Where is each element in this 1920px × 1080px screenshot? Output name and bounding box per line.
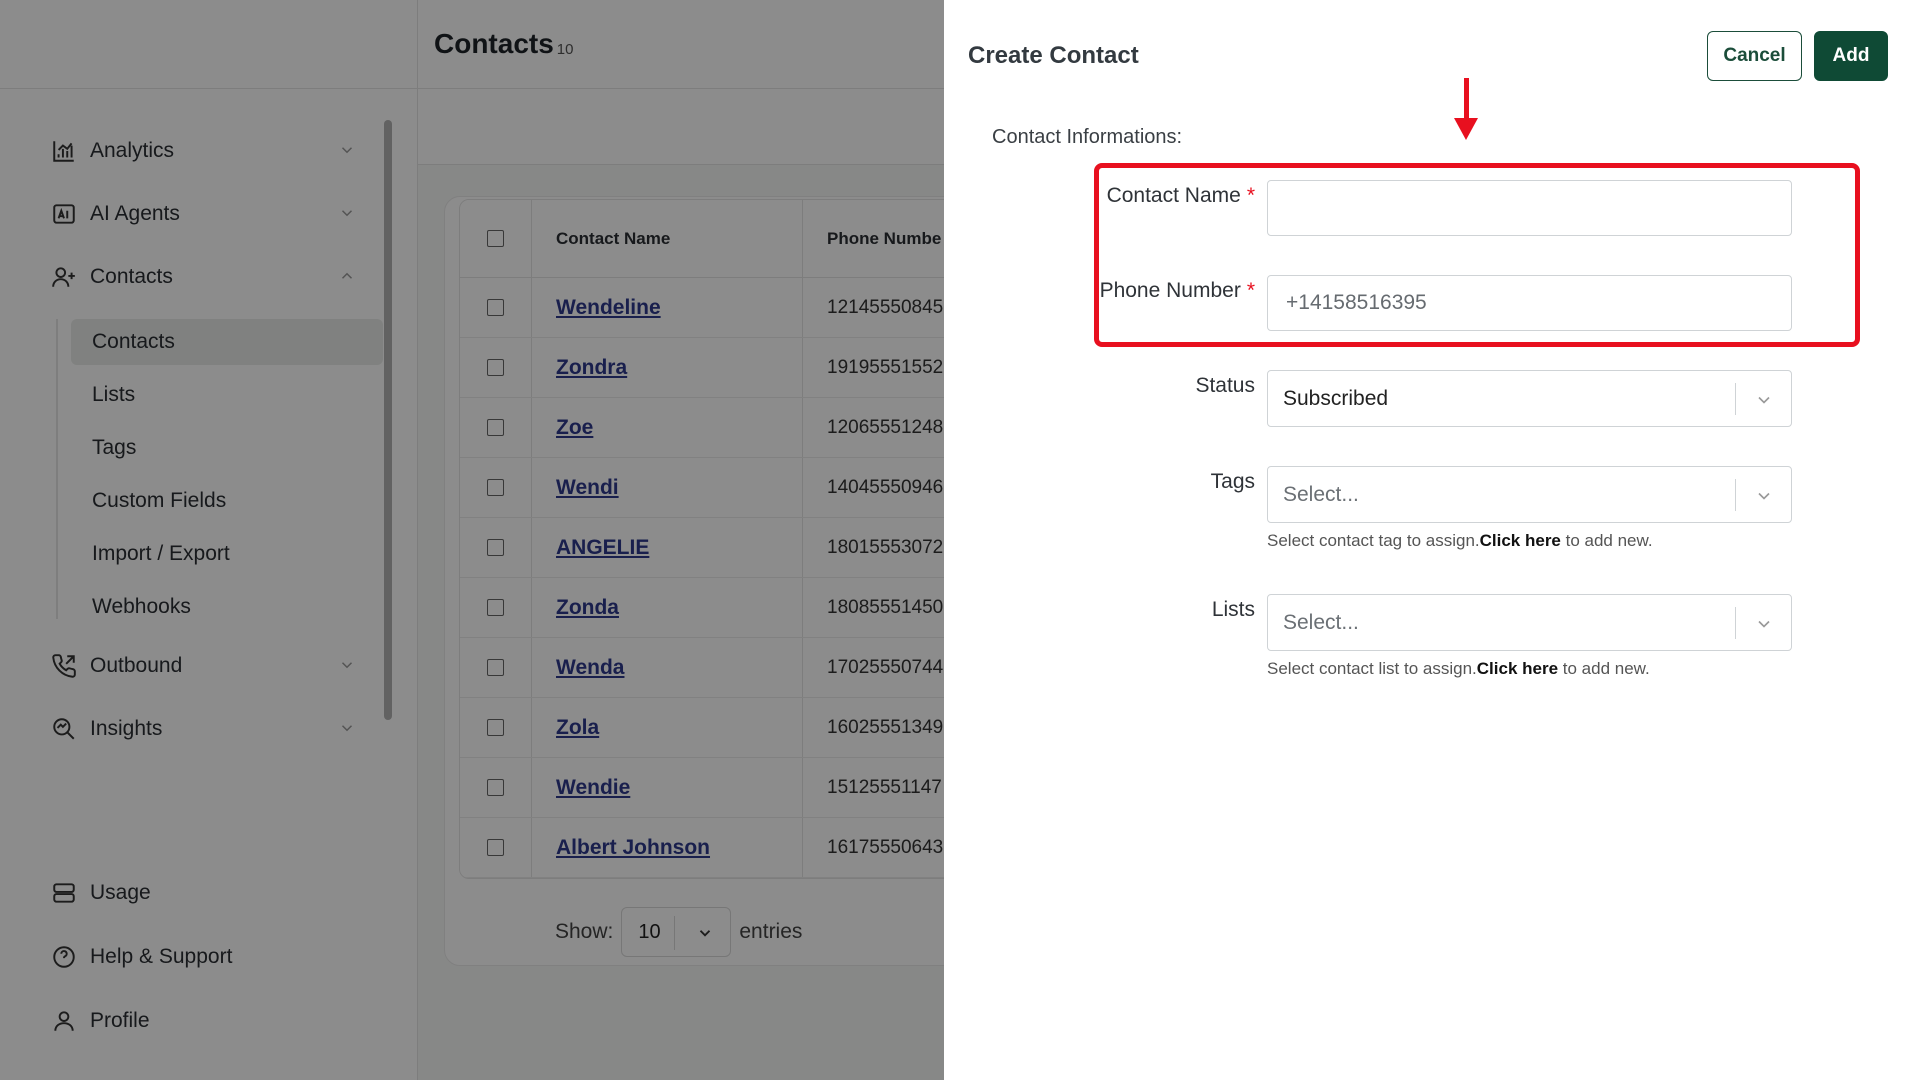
status-select[interactable]: Subscribed [1267, 370, 1792, 427]
lists-select[interactable]: Select... [1267, 594, 1792, 651]
phone-number-input[interactable] [1267, 275, 1792, 331]
contact-name-label: Contact Name * [1106, 184, 1255, 207]
required-mark: * [1246, 279, 1255, 302]
contact-name-input[interactable] [1267, 180, 1792, 236]
lists-label: Lists [1211, 598, 1255, 621]
lists-placeholder: Select... [1283, 610, 1359, 634]
status-value: Subscribed [1283, 386, 1389, 410]
drawer-title: Create Contact [968, 42, 1139, 69]
required-mark: * [1246, 184, 1255, 207]
add-button[interactable]: Add [1814, 31, 1888, 81]
annotation-arrow-down-icon [1454, 78, 1478, 140]
chevron-down-icon [1758, 396, 1770, 404]
section-label: Contact Informations: [992, 126, 1183, 148]
lists-hint: Select contact list to assign.Click here… [1267, 659, 1650, 678]
tags-placeholder: Select... [1283, 482, 1359, 506]
add-list-link[interactable]: Click here [1477, 659, 1558, 678]
phone-number-label: Phone Number * [1099, 279, 1255, 302]
add-tag-link[interactable]: Click here [1480, 531, 1561, 550]
chevron-down-icon [1758, 620, 1770, 628]
tags-select[interactable]: Select... [1267, 466, 1792, 523]
chevron-down-icon [1758, 492, 1770, 500]
status-label: Status [1195, 374, 1255, 397]
cancel-button[interactable]: Cancel [1707, 31, 1802, 81]
tags-hint: Select contact tag to assign.Click here … [1267, 531, 1653, 550]
tags-label: Tags [1210, 470, 1255, 493]
